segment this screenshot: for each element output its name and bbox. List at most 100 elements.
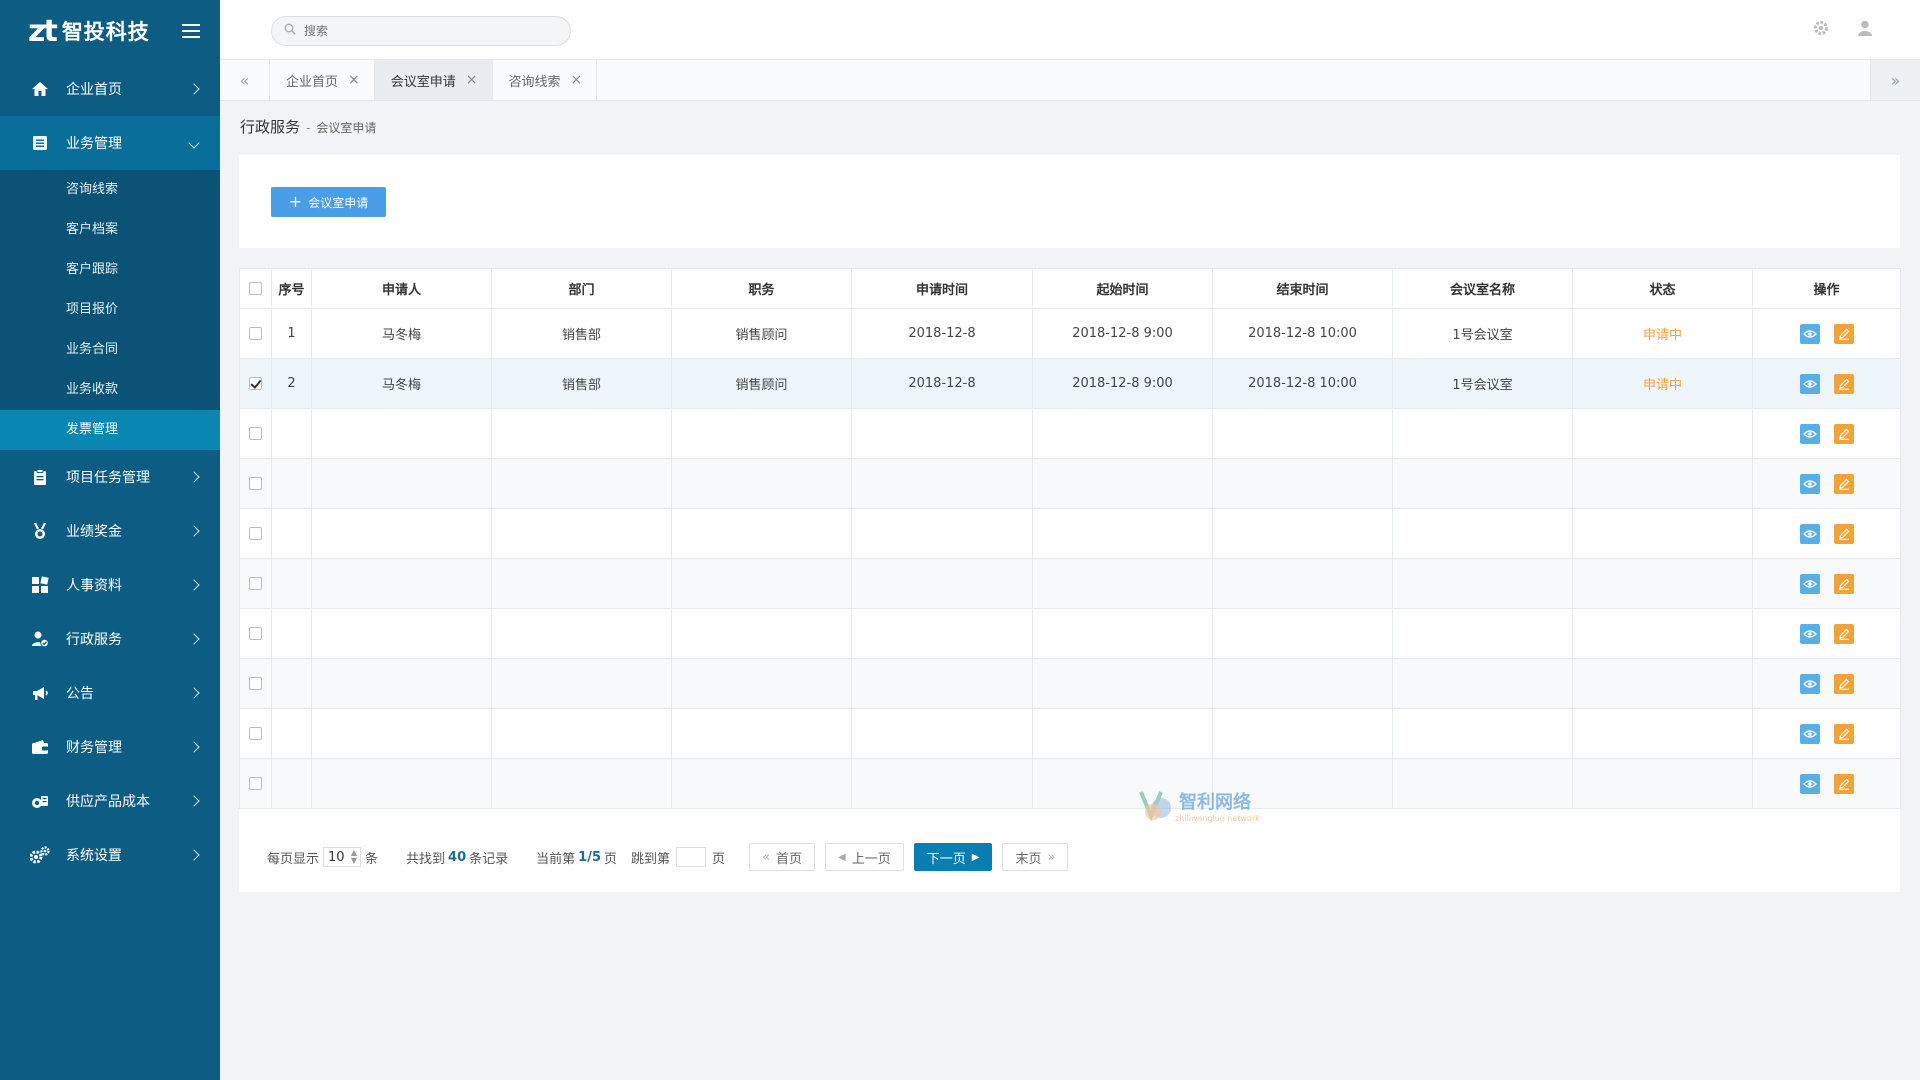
close-icon[interactable]: ×	[348, 72, 360, 88]
view-eye-icon[interactable]	[1799, 423, 1820, 444]
edit-pencil-icon[interactable]	[1833, 723, 1854, 744]
view-eye-icon[interactable]	[1799, 373, 1820, 394]
view-eye-icon[interactable]	[1799, 523, 1820, 544]
cell-start-time	[1032, 558, 1213, 609]
current-prefix: 当前第	[536, 851, 576, 867]
cell-status	[1572, 708, 1753, 759]
gear-icon[interactable]	[1812, 19, 1830, 41]
cell-no	[271, 408, 312, 459]
sidebar-item-supply-cost[interactable]: 供应产品成本	[0, 774, 220, 828]
sidebar-item-settings[interactable]: 系统设置	[0, 828, 220, 882]
sidebar-item-announcement[interactable]: 公告	[0, 666, 220, 720]
view-eye-icon[interactable]	[1799, 623, 1820, 644]
search-input[interactable]	[304, 24, 544, 38]
table-row[interactable]	[239, 558, 1901, 609]
edit-pencil-icon[interactable]	[1833, 573, 1854, 594]
breadcrumb-current: 会议室申请	[316, 121, 377, 135]
close-icon[interactable]: ×	[571, 72, 583, 88]
table-row[interactable]	[239, 508, 1901, 559]
edit-pencil-icon[interactable]	[1833, 673, 1854, 694]
edit-pencil-icon[interactable]	[1833, 373, 1854, 394]
submenu-item-customer-tracking[interactable]: 客户跟踪	[0, 250, 220, 290]
submenu-item-receipts[interactable]: 业务收款	[0, 370, 220, 410]
row-checkbox[interactable]	[249, 577, 262, 590]
cell-dept	[491, 558, 672, 609]
table-row[interactable]: 2 马冬梅 销售部 销售顾问 2018-12-8 2018-12-8 9:00 2018-1…	[239, 358, 1901, 409]
view-eye-icon[interactable]	[1799, 573, 1820, 594]
row-checkbox[interactable]	[249, 727, 262, 740]
table-row[interactable]	[239, 408, 1901, 459]
jump-page-input[interactable]	[676, 847, 707, 867]
prev-page-button[interactable]: ◀ 上一页	[825, 843, 904, 871]
sidebar-item-project-tasks[interactable]: 项目任务管理	[0, 450, 220, 504]
row-checkbox[interactable]	[249, 627, 262, 640]
edit-pencil-icon[interactable]	[1833, 473, 1854, 494]
row-checkbox[interactable]	[249, 777, 262, 790]
submenu-item-customer-files[interactable]: 客户档案	[0, 210, 220, 250]
table-row[interactable]	[239, 708, 1901, 759]
column-header: 申请时间	[851, 268, 1033, 309]
cell-end-time	[1212, 658, 1393, 709]
submenu-item-invoices[interactable]: 发票管理	[0, 410, 220, 450]
cell-dept	[491, 708, 672, 759]
column-header: 起始时间	[1032, 268, 1213, 309]
select-all-checkbox[interactable]	[249, 282, 262, 295]
cell-end-time	[1212, 558, 1393, 609]
view-eye-icon[interactable]	[1799, 773, 1820, 794]
per-page-suffix: 条	[365, 851, 379, 867]
sidebar-item-label: 供应产品成本	[66, 794, 150, 810]
row-checkbox[interactable]	[249, 327, 262, 340]
tab-home[interactable]: 企业首页 ×	[270, 60, 375, 100]
user-icon[interactable]	[1856, 19, 1874, 41]
cell-apply-time	[851, 658, 1033, 709]
sidebar-item-hr[interactable]: 人事资料	[0, 558, 220, 612]
cell-status: 申请中	[1572, 308, 1753, 359]
next-page-button[interactable]: 下一页 ▶	[913, 843, 993, 871]
view-eye-icon[interactable]	[1799, 673, 1820, 694]
close-icon[interactable]: ×	[466, 72, 478, 88]
cell-apply-time	[851, 608, 1033, 659]
edit-pencil-icon[interactable]	[1833, 423, 1854, 444]
cell-no: 2	[271, 358, 312, 409]
sidebar-item-home[interactable]: 企业首页	[0, 62, 220, 116]
column-header: 操作	[1752, 268, 1901, 309]
submenu-item-quotes[interactable]: 项目报价	[0, 290, 220, 330]
sidebar-item-bonus[interactable]: 业绩奖金	[0, 504, 220, 558]
edit-pencil-icon[interactable]	[1833, 623, 1854, 644]
edit-pencil-icon[interactable]	[1833, 773, 1854, 794]
submenu-item-contracts[interactable]: 业务合同	[0, 330, 220, 370]
tab-meeting-room[interactable]: 会议室申请 ×	[374, 60, 493, 100]
tab-leads[interactable]: 咨询线索 ×	[492, 60, 598, 100]
clipboard-icon	[30, 467, 50, 487]
prev-page-label: 上一页	[851, 851, 891, 867]
tabs-scroll-left-icon[interactable]: «	[220, 60, 270, 100]
table-row[interactable]: 1 马冬梅 销售部 销售顾问 2018-12-8 2018-12-8 9:00 2018-1…	[239, 308, 1901, 359]
page-size-select[interactable]: 10 ▲ ▼	[323, 847, 362, 867]
edit-pencil-icon[interactable]	[1833, 523, 1854, 544]
first-page-button[interactable]: « 首页	[749, 843, 816, 871]
submenu-item-leads[interactable]: 咨询线索	[0, 170, 220, 210]
row-checkbox[interactable]	[249, 477, 262, 490]
view-eye-icon[interactable]	[1799, 473, 1820, 494]
search-box[interactable]	[271, 16, 571, 46]
view-eye-icon[interactable]	[1799, 323, 1820, 344]
add-meeting-room-button[interactable]: + 会议室申请	[271, 187, 386, 217]
last-page-button[interactable]: 末页 »	[1002, 843, 1069, 871]
table-row[interactable]	[239, 608, 1901, 659]
tabs-scroll-right-icon[interactable]: »	[1870, 60, 1920, 100]
edit-pencil-icon[interactable]	[1833, 323, 1854, 344]
sidebar-item-admin-service[interactable]: 行政服务	[0, 612, 220, 666]
sidebar-item-finance[interactable]: 财务管理	[0, 720, 220, 774]
view-eye-icon[interactable]	[1799, 723, 1820, 744]
breadcrumb-main[interactable]: 行政服务	[240, 116, 300, 137]
menu-toggle-icon[interactable]	[182, 24, 200, 38]
sidebar-item-business[interactable]: 业务管理	[0, 116, 220, 170]
table-row[interactable]	[239, 458, 1901, 509]
wallet-icon	[30, 737, 50, 757]
row-checkbox[interactable]	[249, 427, 262, 440]
table-row[interactable]	[239, 758, 1901, 809]
row-checkbox[interactable]	[249, 677, 262, 690]
row-checkbox[interactable]	[249, 377, 262, 390]
row-checkbox[interactable]	[249, 527, 262, 540]
table-row[interactable]	[239, 658, 1901, 709]
